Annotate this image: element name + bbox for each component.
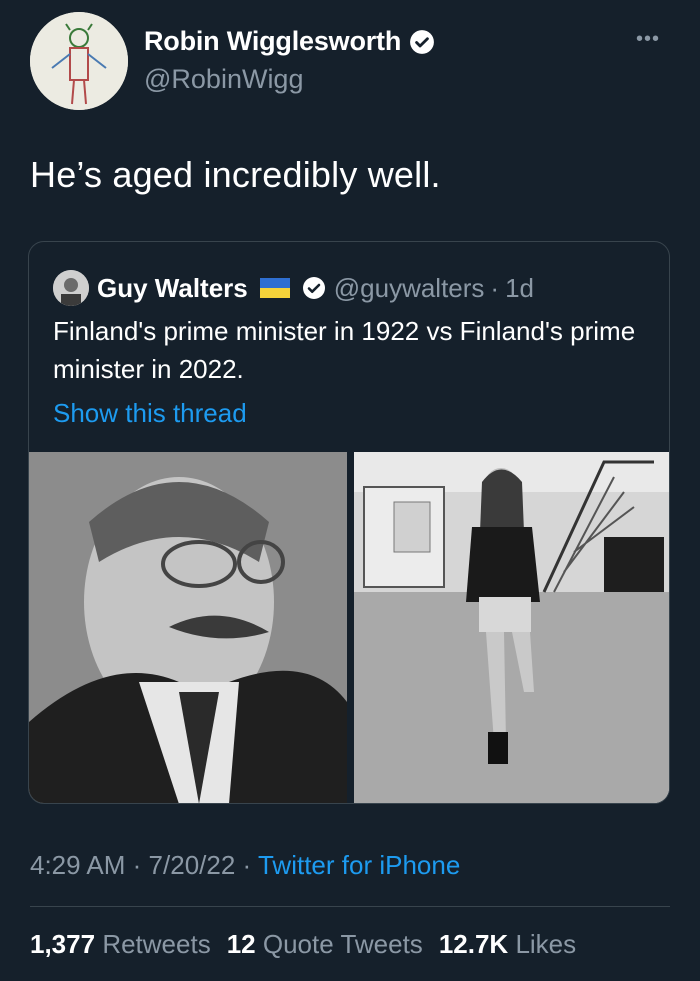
retweets-stat[interactable]: 1,377 Retweets (30, 929, 211, 960)
quoted-author-avatar[interactable] (53, 270, 89, 306)
quoted-tweet[interactable]: Guy Walters @guywalters · 1d Finland's p… (28, 241, 670, 804)
likes-label: Likes (515, 929, 577, 959)
ukraine-flag-icon (259, 278, 290, 298)
show-thread-link[interactable]: Show this thread (53, 398, 247, 429)
author-name-text[interactable]: Robin Wigglesworth (144, 26, 401, 57)
likes-stat[interactable]: 12.7K Likes (439, 929, 576, 960)
author-handle[interactable]: @RobinWigg (144, 64, 303, 95)
quoted-image-1922-portrait[interactable] (29, 452, 347, 803)
more-options-icon[interactable]: ••• (636, 28, 660, 51)
verified-badge-icon (302, 277, 325, 299)
retweets-count: 1,377 (30, 929, 96, 959)
dot-separator: · (242, 850, 252, 880)
tweet-text: He’s aged incredibly well. (30, 154, 441, 195)
likes-count: 12.7K (438, 929, 509, 959)
dot-separator: · (490, 272, 500, 303)
quoted-tweet-text: Finland's prime minister in 1922 vs Finl… (53, 316, 636, 384)
divider (30, 906, 670, 907)
quoted-author-handle[interactable]: @guywalters (334, 273, 485, 304)
tweet-source-link[interactable]: Twitter for iPhone (258, 850, 460, 880)
quoted-tweet-header: Guy Walters @guywalters · 1d (53, 270, 534, 306)
author-name[interactable]: Robin Wigglesworth (144, 26, 435, 57)
quote-tweets-stat[interactable]: 12 Quote Tweets (227, 929, 423, 960)
tweet-date[interactable]: 7/20/22 (149, 850, 236, 880)
engagement-stats: 1,377 Retweets 12 Quote Tweets 12.7K Lik… (30, 929, 576, 960)
dot-separator: · (132, 850, 142, 880)
quoted-image-2022-photo[interactable] (354, 452, 669, 803)
quoted-author-name[interactable]: Guy Walters (97, 273, 248, 304)
retweets-label: Retweets (102, 929, 211, 959)
quote-tweets-count: 12 (226, 929, 256, 959)
tweet-metadata: 4:29 AM · 7/20/22 · Twitter for iPhone (30, 850, 460, 881)
quote-tweets-label: Quote Tweets (262, 929, 423, 959)
quoted-tweet-age[interactable]: 1d (505, 273, 534, 304)
verified-badge-icon (410, 29, 435, 54)
author-avatar[interactable] (30, 12, 128, 110)
tweet-time[interactable]: 4:29 AM (30, 850, 125, 880)
